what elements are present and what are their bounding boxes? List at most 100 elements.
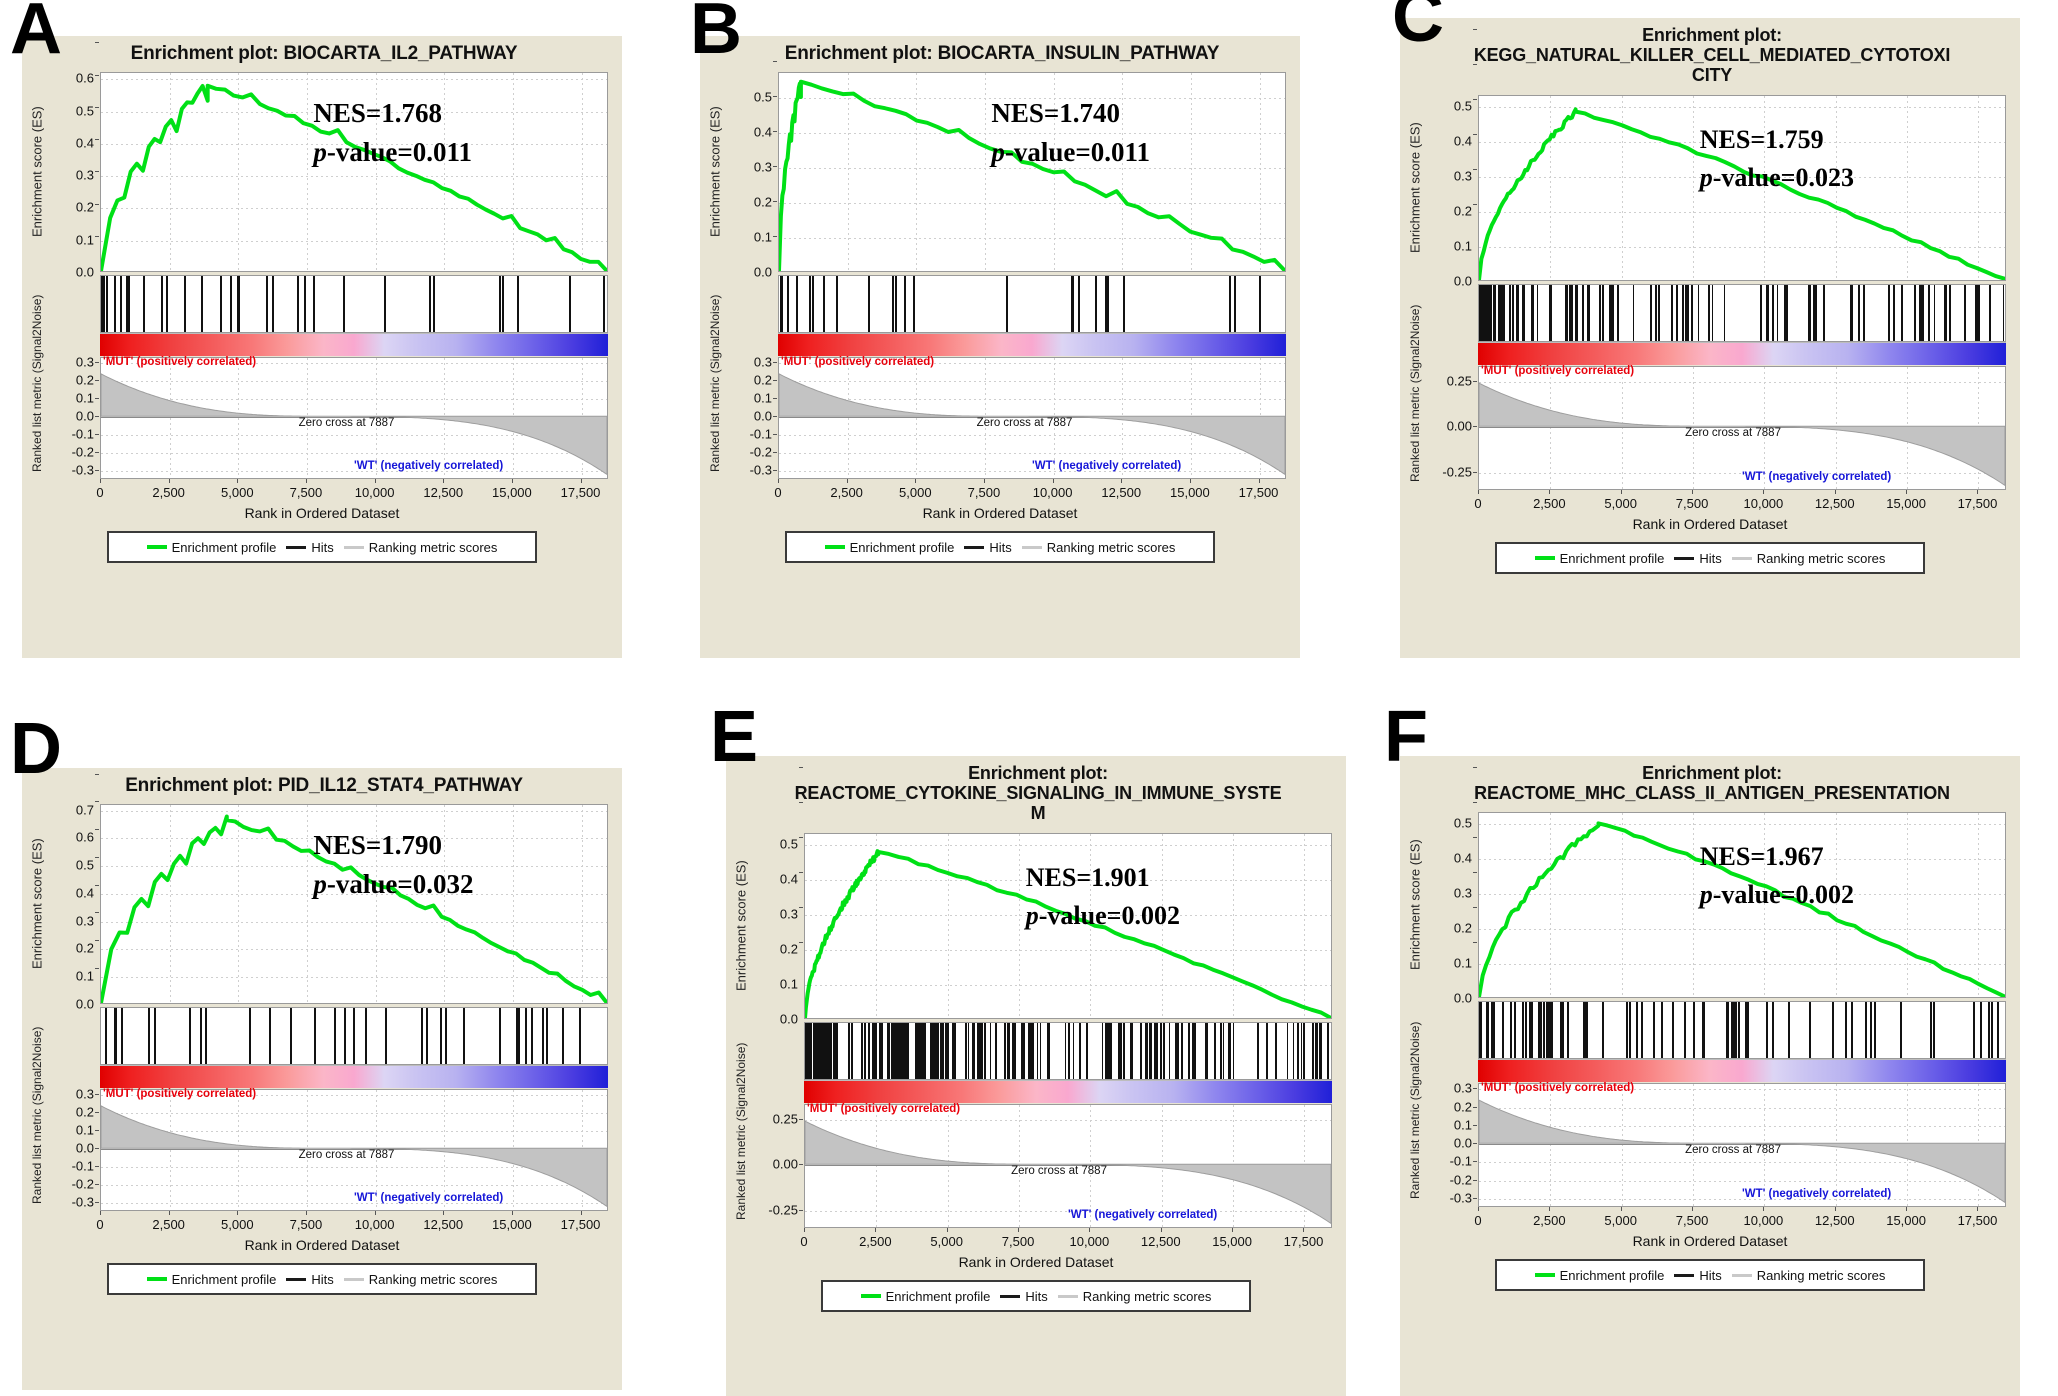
plot-legend: Enrichment profile Hits Ranking metric sco… — [821, 1280, 1251, 1312]
y-tickmark — [799, 836, 803, 838]
y-tick-label: 0.00 — [1446, 418, 1472, 434]
legend-item-enrichment-profile: Enrichment profile — [860, 1289, 990, 1304]
y-tick-label: 0.4 — [779, 871, 798, 887]
panel-title-b: Enrichment plot: BIOCARTA_INSULIN_PATHWA… — [700, 39, 1304, 66]
hit-mark — [1509, 1002, 1512, 1058]
y-tickmark — [95, 106, 99, 108]
legend-swatch-hits-icon — [964, 545, 985, 549]
negative-correlation-label: 'WT' (negatively correlated) — [354, 460, 504, 472]
hit-mark — [850, 1023, 853, 1079]
hit-mark — [1687, 285, 1690, 341]
hit-mark — [384, 1008, 387, 1064]
hit-mark — [805, 1023, 808, 1079]
hit-mark — [1071, 276, 1073, 332]
hit-mark — [1562, 1002, 1565, 1058]
y-tickmark — [1473, 871, 1477, 873]
x-tickmark — [915, 479, 917, 483]
hit-mark — [1140, 1023, 1142, 1079]
hit-mark — [142, 276, 145, 332]
legend-label: Hits — [1699, 550, 1722, 566]
legend-item-ranking-metric-scores: Ranking metric scores — [1021, 540, 1175, 555]
hit-mark — [1873, 1002, 1876, 1058]
negative-correlation-label: 'WT' (negatively correlated) — [1742, 1188, 1892, 1200]
hit-mark — [462, 1008, 465, 1064]
y-tick-label: 0.2 — [753, 194, 772, 210]
hit-mark — [1105, 276, 1108, 332]
hit-mark — [1599, 285, 1602, 341]
hit-mark — [1747, 1002, 1750, 1058]
hit-mark — [1571, 285, 1573, 341]
x-tick-label: 0 — [800, 1234, 808, 1249]
x-axis-label: Rank in Ordered Dataset — [1632, 1233, 1788, 1249]
legend-swatch-enrichment-profile-icon — [146, 1277, 167, 1281]
hit-mark — [113, 1008, 116, 1064]
nes-value: NES=1.759 — [1699, 125, 1824, 154]
hit-mark — [271, 276, 274, 332]
hit-mark — [201, 276, 204, 332]
hit-mark — [230, 276, 233, 332]
pvalue-text: -value=0.002 — [1712, 879, 1854, 909]
y-tick-label: 0.1 — [1453, 955, 1472, 971]
hit-mark — [269, 1008, 272, 1064]
hit-mark — [189, 1008, 192, 1064]
heatmap-gradient — [1478, 1060, 2006, 1082]
legend-item-ranking-metric-scores: Ranking metric scores — [1731, 1268, 1885, 1283]
y-axis-label-enrichment-score: Enrichment score (ES) — [1407, 122, 1423, 254]
y-tickmark — [95, 380, 99, 382]
pvalue-text: -value=0.032 — [326, 869, 474, 900]
legend-swatch-hits-icon — [1674, 1273, 1695, 1277]
legend-item-enrichment-profile: Enrichment profile — [146, 1272, 276, 1287]
legend-swatch-hits-icon — [1674, 556, 1695, 560]
hit-mark — [313, 276, 316, 332]
y-tickmark — [95, 362, 99, 364]
x-tickmark — [1549, 1207, 1551, 1211]
hit-mark — [1832, 1002, 1835, 1058]
x-tickmark — [237, 1211, 239, 1215]
legend-swatch-ranking-metric-scores-icon — [1057, 1294, 1078, 1298]
x-tick-label: 7,500 — [289, 485, 323, 500]
legend-label: Ranking metric scores — [368, 1271, 498, 1287]
hit-mark — [1022, 1023, 1026, 1079]
x-tick-label: 15,000 — [1170, 485, 1210, 500]
x-tick-label: 17,500 — [1238, 485, 1279, 500]
legend-swatch-ranking-metric-scores-icon — [1731, 556, 1752, 560]
y-tick-label: 0.2 — [1453, 920, 1472, 936]
hit-mark — [524, 1008, 527, 1064]
legend-item-ranking-metric-scores: Ranking metric scores — [1731, 551, 1885, 566]
hit-mark — [1486, 285, 1490, 341]
hits-band — [100, 1007, 608, 1065]
y-tick-label: 0.0 — [1453, 1135, 1472, 1151]
y-tick-label: 0.0 — [779, 1011, 798, 1027]
hit-mark — [944, 1023, 948, 1079]
y-tick-label: 0.3 — [1453, 885, 1472, 901]
y-tick-label: 0.6 — [75, 829, 94, 845]
stats-annotation-a: NES=1.768 p-value=0.011 — [313, 94, 472, 172]
y-tick-label: 0.3 — [753, 354, 772, 370]
legend-label: Hits — [989, 539, 1012, 555]
correlation-heatmap-bar — [778, 333, 1286, 356]
x-axis-label: Rank in Ordered Dataset — [922, 505, 1078, 521]
x-tickmark — [1692, 1207, 1694, 1211]
legend-item-ranking-metric-scores: Ranking metric scores — [1057, 1289, 1211, 1304]
hit-mark — [1692, 1002, 1695, 1058]
hit-mark — [1972, 1002, 1975, 1058]
legend-swatch-enrichment-profile-icon — [824, 545, 845, 549]
hit-mark — [1845, 1002, 1848, 1058]
y-tickmark — [95, 139, 99, 141]
hit-mark — [1928, 285, 1931, 341]
hit-mark — [874, 1023, 876, 1079]
y-tick-label: 0.4 — [1453, 850, 1472, 866]
y-tick-label: 0.0 — [75, 996, 94, 1012]
hit-mark — [1760, 285, 1763, 341]
y-tick-label: 0.2 — [75, 199, 94, 215]
hit-mark — [1788, 1002, 1791, 1058]
y-tickmark — [95, 1184, 99, 1186]
pvalue-value: p-value=0.002 — [1699, 879, 1854, 909]
hit-mark — [1539, 1002, 1542, 1058]
y-tick-label: 0.2 — [1453, 203, 1472, 219]
y-tick-label: 0.00 — [772, 1156, 798, 1172]
hit-mark — [1064, 1023, 1066, 1079]
y-tick-label: 0.3 — [1453, 1080, 1472, 1096]
y-tickmark — [1473, 1197, 1477, 1199]
hit-mark — [1039, 1023, 1041, 1079]
